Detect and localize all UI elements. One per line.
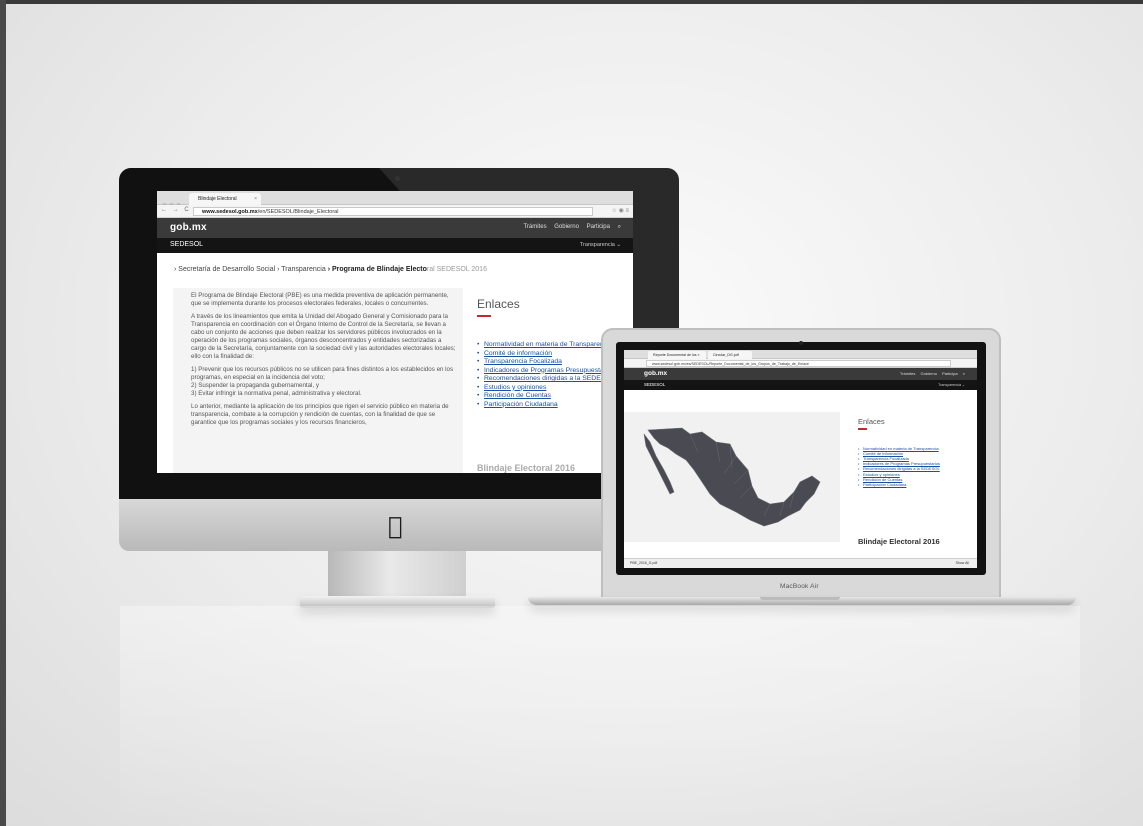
enlaces-title: Enlaces	[477, 297, 520, 311]
site-nav: Trámites Gobierno Participa ⌕	[900, 371, 965, 376]
macbook-screen: Reporte Documental de los × Circular_DG.…	[624, 350, 977, 568]
enlace-link[interactable]: Participación Ciudadana	[858, 482, 968, 487]
breadcrumb-current-faded: ral SEDESOL 2016	[426, 266, 487, 273]
breadcrumb-current: › Programa de Blindaje Electo	[327, 266, 427, 273]
download-bar: PBE_2016_G.pdf Show All	[624, 558, 977, 568]
download-item[interactable]: PBE_2016_G.pdf	[630, 561, 657, 565]
nav-participa[interactable]: Participa	[942, 371, 958, 376]
browser-tab[interactable]: Reporte Documental de los ×	[648, 351, 706, 359]
section-bar: SEDESOL Transparencia ⌄	[624, 380, 977, 390]
section-menu[interactable]: Transparencia ⌄	[938, 383, 965, 387]
enlaces-panel: Enlaces Normatividad en materia de Trans…	[858, 417, 968, 487]
enlaces-title: Enlaces	[858, 417, 885, 426]
nav-tramites[interactable]: Trámites	[900, 371, 915, 376]
macbook-label: MacBook Air	[780, 583, 819, 590]
blindaje-heading: Blindaje Electoral 2016	[858, 537, 940, 546]
mexico-map-panel	[624, 412, 840, 542]
search-icon[interactable]: ⌕	[963, 371, 965, 376]
imac-page-content: › Secretaría de Desarrollo Social › Tran…	[157, 191, 633, 473]
breadcrumb-transparencia[interactable]: › Transparencia	[277, 266, 326, 273]
show-all-downloads[interactable]: Show All	[956, 561, 969, 565]
mexico-map-icon[interactable]	[624, 412, 840, 542]
apple-logo-icon: 	[388, 512, 402, 540]
frame-top-edge	[0, 0, 1143, 4]
site-header: gob.mx Trámites Gobierno Participa ⌕	[624, 368, 977, 380]
article-paragraph: Lo anterior, mediante la aplicación de l…	[191, 403, 449, 426]
site-logo[interactable]: gob.mx	[644, 370, 667, 377]
article-paragraph: A través de los lineamientos que emita l…	[191, 313, 456, 360]
frame-left-edge	[0, 0, 6, 826]
floor-reflection	[120, 606, 1080, 826]
imac-stand-neck	[328, 551, 466, 601]
enlaces-list: Normatividad en materia de Transparencia…	[858, 446, 968, 488]
enlaces-footer-heading: Blindaje Electoral 2016	[477, 463, 576, 473]
browser-tab[interactable]: Circular_DG.pdf	[708, 351, 752, 359]
browser-toolbar: www.sedesol.gob.mx/es/SEDESOL/Reporte_Do…	[624, 359, 977, 368]
imac-camera	[395, 176, 400, 181]
article-body: El Programa de Blindaje Electoral (PBE) …	[173, 288, 463, 473]
enlaces-accent-rule	[858, 428, 867, 430]
macbook-camera	[799, 341, 803, 345]
breadcrumb-sedesol[interactable]: › Secretaría de Desarrollo Social	[174, 266, 275, 273]
article-list-item: 3) Evitar infringir la normativa penal, …	[191, 390, 362, 397]
breadcrumb: › Secretaría de Desarrollo Social › Tran…	[174, 266, 487, 273]
article-list-item: 1) Prevenir que los recursos públicos no…	[191, 366, 454, 381]
article-paragraph: 1) Prevenir que los recursos públicos no…	[191, 366, 457, 398]
browser-tabbar: Reporte Documental de los × Circular_DG.…	[624, 350, 977, 359]
article-paragraph: El Programa de Blindaje Electoral (PBE) …	[191, 292, 449, 307]
enlaces-accent-rule	[477, 315, 491, 317]
macbook-notch	[760, 597, 840, 600]
article-list-item: 2) Suspender la propaganda gubernamental…	[191, 382, 319, 389]
imac-chin: 	[119, 499, 679, 551]
nav-gobierno[interactable]: Gobierno	[920, 371, 936, 376]
address-bar[interactable]: www.sedesol.gob.mx/es/SEDESOL/Reporte_Do…	[646, 360, 951, 367]
section-title[interactable]: SEDESOL	[644, 382, 665, 387]
